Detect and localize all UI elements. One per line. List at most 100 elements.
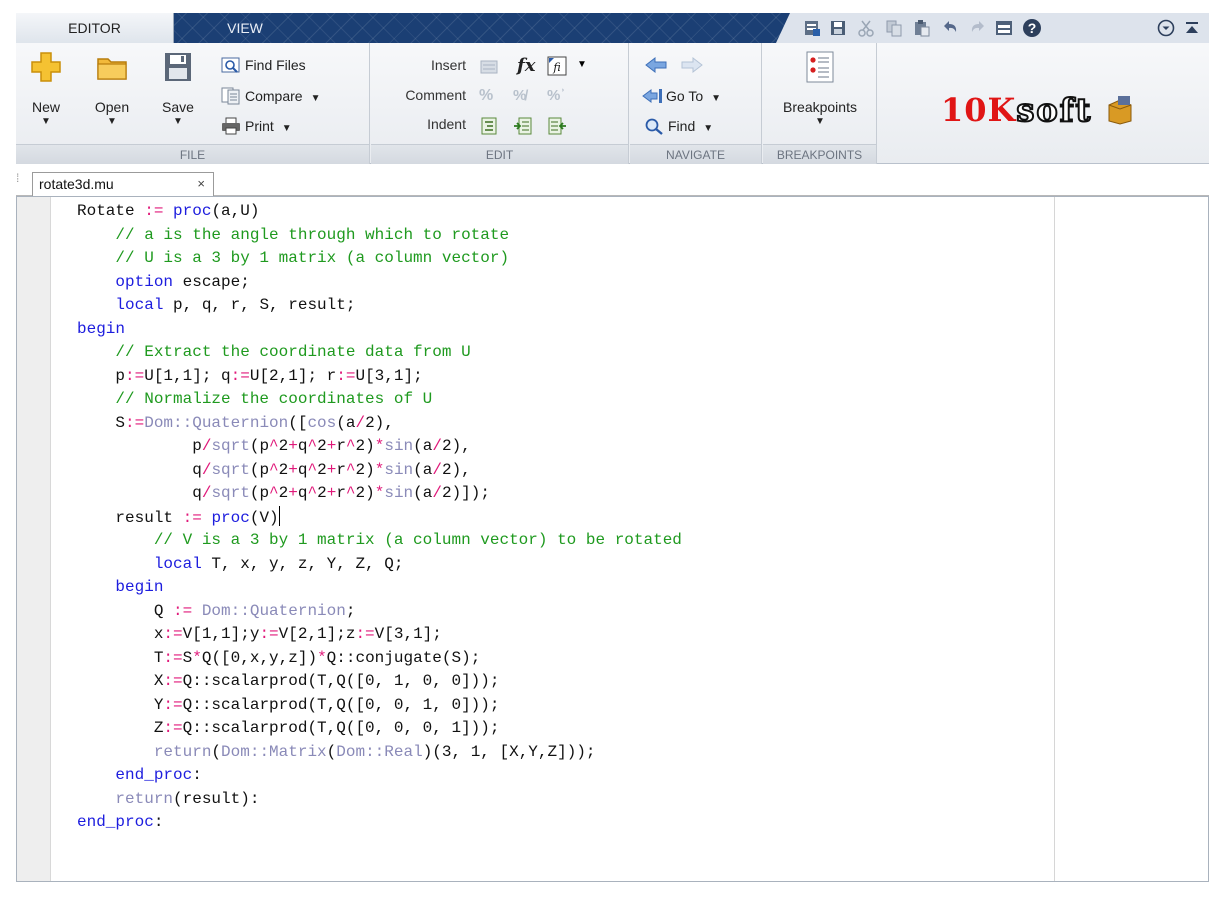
code-line[interactable]: // U is a 3 by 1 matrix (a column vector… bbox=[77, 247, 1047, 271]
goto-button[interactable]: Go To ▼ bbox=[642, 83, 721, 109]
code-line[interactable]: q/sqrt(p^2+q^2+r^2)*sin(a/2)]); bbox=[77, 482, 1047, 506]
collapse-icon[interactable] bbox=[1182, 18, 1202, 38]
code-line[interactable]: begin bbox=[77, 576, 1047, 600]
find-label: Find bbox=[668, 118, 696, 134]
undo-icon[interactable] bbox=[940, 18, 960, 38]
open-button[interactable]: Open ▼ bbox=[82, 49, 142, 127]
insert-label[interactable]: Insert bbox=[386, 57, 466, 73]
code-line[interactable]: p:=U[1,1]; q:=U[2,1]; r:=U[3,1]; bbox=[77, 365, 1047, 389]
code-line[interactable]: p/sqrt(p^2+q^2+r^2)*sin(a/2), bbox=[77, 435, 1047, 459]
drag-grip-icon[interactable]: ⁞ bbox=[16, 172, 24, 192]
code-editor[interactable]: Rotate := proc(a,U) // a is the angle th… bbox=[16, 196, 1209, 882]
code-token: (result): bbox=[173, 789, 260, 808]
code-line[interactable]: // Normalize the coordinates of U bbox=[77, 388, 1047, 412]
help-icon[interactable]: ? bbox=[1022, 18, 1042, 38]
code-token: ^ bbox=[307, 437, 318, 455]
save-icon[interactable] bbox=[828, 18, 848, 38]
close-tab-icon[interactable]: × bbox=[197, 173, 205, 195]
insert-function-icon[interactable]: fx bbox=[517, 55, 537, 76]
new-button[interactable]: New ▼ bbox=[16, 49, 76, 127]
code-line[interactable]: result := proc(V) bbox=[77, 505, 1047, 530]
code-area[interactable]: Rotate := proc(a,U) // a is the angle th… bbox=[77, 200, 1047, 835]
wrap-comment-icon[interactable]: %ʾ bbox=[547, 87, 567, 107]
increase-indent-icon[interactable] bbox=[513, 116, 533, 136]
new-doc-icon[interactable] bbox=[802, 18, 822, 38]
code-token: := bbox=[163, 625, 183, 643]
code-line[interactable]: return(result): bbox=[77, 788, 1047, 812]
code-line[interactable]: // Extract the coordinate data from U bbox=[77, 341, 1047, 365]
code-token: / bbox=[432, 460, 442, 479]
code-line[interactable]: Y:=Q::scalarprod(T,Q([0, 0, 1, 0])); bbox=[77, 694, 1047, 718]
save-button[interactable]: Save ▼ bbox=[148, 49, 208, 127]
code-line[interactable]: begin bbox=[77, 318, 1047, 342]
tab-editor[interactable]: EDITOR bbox=[16, 13, 174, 43]
copy-icon[interactable] bbox=[884, 18, 904, 38]
uncomment-icon[interactable]: %̸ bbox=[513, 87, 533, 107]
window-icon[interactable] bbox=[994, 18, 1014, 38]
line-gutter[interactable] bbox=[17, 197, 51, 881]
code-token: U[3,1]; bbox=[355, 366, 423, 385]
code-line[interactable]: Q := Dom::Quaternion; bbox=[77, 600, 1047, 624]
code-token: := bbox=[230, 366, 250, 385]
code-line[interactable]: return(Dom::Matrix(Dom::Real)(3, 1, [X,Y… bbox=[77, 741, 1047, 765]
code-line[interactable]: S:=Dom::Quaternion([cos(a/2), bbox=[77, 412, 1047, 436]
forward-arrow-icon[interactable] bbox=[680, 55, 703, 75]
code-token: U[2,1]; r bbox=[249, 366, 337, 385]
code-line[interactable]: local T, x, y, z, Y, Z, Q; bbox=[77, 553, 1047, 577]
code-line[interactable]: end_proc: bbox=[77, 811, 1047, 835]
save-label: Save bbox=[162, 99, 194, 115]
code-line[interactable]: T:=S*Q([0,x,y,z])*Q::conjugate(S); bbox=[77, 647, 1047, 671]
print-dropdown-arrow: ▼ bbox=[281, 123, 292, 134]
code-line[interactable]: Z:=Q::scalarprod(T,Q([0, 0, 0, 1])); bbox=[77, 717, 1047, 741]
breakpoints-label: Breakpoints bbox=[783, 99, 857, 115]
compare-button[interactable]: Compare ▼ bbox=[221, 83, 321, 109]
insert-section-icon[interactable] bbox=[479, 57, 499, 77]
code-token: (a bbox=[336, 413, 356, 432]
code-token: ( bbox=[211, 742, 222, 761]
insert-dropdown-arrow[interactable]: ▼ bbox=[577, 59, 587, 70]
code-token: := bbox=[173, 601, 193, 620]
find-button[interactable]: Find ▼ bbox=[644, 113, 713, 139]
find-files-button[interactable]: Find Files bbox=[221, 52, 306, 78]
code-token: // a is the angle through which to rotat… bbox=[115, 225, 510, 244]
code-line[interactable]: x:=V[1,1];y:=V[2,1];z:=V[3,1]; bbox=[77, 623, 1047, 647]
code-token: S bbox=[182, 648, 193, 667]
file-tab-rotate3d[interactable]: rotate3d.mu × bbox=[32, 172, 214, 196]
ribbon: New ▼ Open ▼ Save ▼ Find Files Compare ▼ … bbox=[16, 43, 1209, 164]
comment-label[interactable]: Comment bbox=[386, 87, 466, 103]
code-token: : bbox=[192, 766, 202, 784]
code-line[interactable]: Rotate := proc(a,U) bbox=[77, 200, 1047, 224]
decrease-indent-icon[interactable] bbox=[547, 116, 567, 136]
code-token: * bbox=[374, 437, 385, 455]
cut-icon[interactable] bbox=[856, 18, 876, 38]
code-token: sin bbox=[384, 484, 414, 502]
back-arrow-icon[interactable] bbox=[644, 55, 667, 75]
redo-icon[interactable] bbox=[968, 18, 988, 38]
breakpoints-button[interactable]: Breakpoints ▼ bbox=[777, 51, 863, 127]
code-line[interactable]: local p, q, r, S, result; bbox=[77, 294, 1047, 318]
print-button[interactable]: Print ▼ bbox=[221, 113, 292, 139]
indent-label[interactable]: Indent bbox=[386, 116, 466, 132]
new-label: New bbox=[31, 99, 60, 115]
breakpoints-icon bbox=[805, 51, 835, 83]
comment-icon[interactable]: % bbox=[479, 87, 499, 107]
smart-indent-icon[interactable] bbox=[479, 116, 499, 136]
code-line[interactable]: // a is the angle through which to rotat… bbox=[77, 224, 1047, 248]
code-line[interactable]: // V is a 3 by 1 matrix (a column vector… bbox=[77, 529, 1047, 553]
code-line[interactable]: X:=Q::scalarprod(T,Q([0, 1, 0, 0])); bbox=[77, 670, 1047, 694]
code-line[interactable]: end_proc: bbox=[77, 764, 1047, 788]
code-token: Dom::Real bbox=[336, 742, 423, 761]
code-token: Y bbox=[77, 695, 164, 714]
paste-icon[interactable] bbox=[912, 18, 932, 38]
code-token: V[2,1];z bbox=[278, 625, 356, 643]
goto-label: Go To bbox=[666, 88, 704, 104]
code-token: Q::scalarprod(T,Q([0, 0, 1, 0])); bbox=[182, 695, 500, 714]
tab-view[interactable]: VIEW bbox=[175, 13, 315, 43]
code-line[interactable]: q/sqrt(p^2+q^2+r^2)*sin(a/2), bbox=[77, 459, 1047, 483]
code-line[interactable]: option escape; bbox=[77, 271, 1047, 295]
code-token: 2), bbox=[365, 413, 394, 432]
menu-chevron-icon[interactable] bbox=[1156, 18, 1176, 38]
insert-fi-icon[interactable]: fi bbox=[547, 56, 567, 76]
